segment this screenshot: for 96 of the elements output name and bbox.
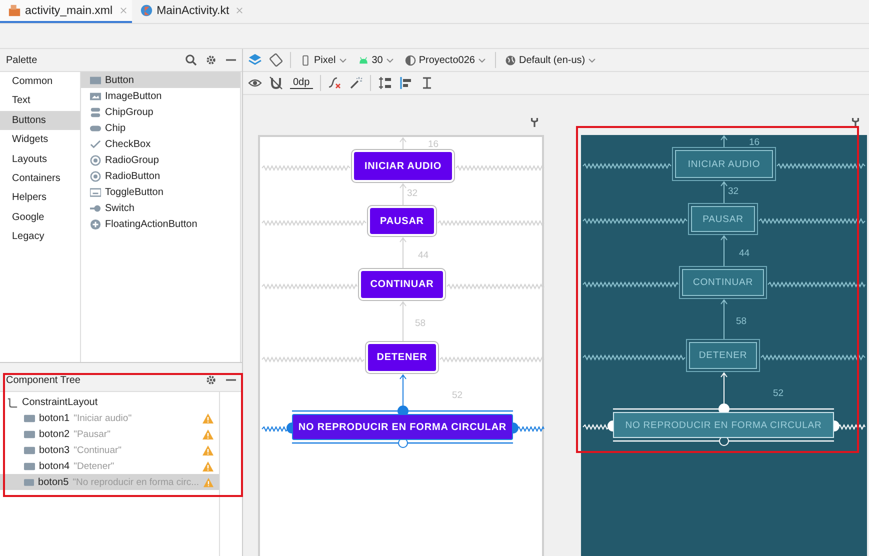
button-widget-icon — [24, 460, 35, 472]
palette-category[interactable]: Google — [0, 208, 80, 228]
palette-item[interactable]: ToggleButton — [81, 184, 240, 200]
widget-icon — [90, 202, 101, 214]
margin-value: 32 — [407, 188, 418, 199]
palette-item[interactable]: Chip — [81, 120, 240, 136]
margin-value: 58 — [736, 316, 747, 327]
magnet-icon[interactable] — [269, 76, 283, 90]
widget-icon — [90, 170, 101, 182]
layout-file-icon — [8, 4, 21, 17]
constraint-arrow — [720, 181, 728, 204]
caret-icon — [386, 58, 394, 62]
palette-item[interactable]: FloatingActionButton — [81, 216, 240, 232]
align-icon[interactable] — [398, 76, 413, 90]
palette-category[interactable]: Buttons — [0, 110, 80, 130]
constraint-arrow — [720, 299, 728, 340]
file-tab[interactable]: activity_main.xml — [0, 0, 132, 23]
palette-item[interactable]: Switch — [81, 200, 240, 216]
palette-item[interactable]: RadioGroup — [81, 152, 240, 168]
margin-value: 44 — [418, 250, 429, 261]
widget-icon — [90, 218, 101, 230]
constraint-arrow — [720, 135, 728, 148]
palette-item[interactable]: ImageButton — [81, 88, 240, 104]
api-level-dropdown[interactable]: 30 — [356, 54, 396, 66]
layout-button[interactable]: DETENER — [368, 344, 436, 371]
constraint-arrow — [400, 301, 406, 342]
phone-icon — [300, 54, 311, 66]
constraint-spring — [262, 426, 288, 432]
layout-button[interactable]: PAUSAR — [370, 208, 434, 234]
margin-value: 16 — [749, 137, 760, 148]
palette-category[interactable]: Legacy — [0, 227, 80, 247]
panel-title: Component Tree — [6, 374, 82, 386]
palette-item[interactable]: RadioButton — [81, 168, 240, 184]
device-dropdown[interactable]: Pixel — [298, 54, 349, 66]
panel-title: Palette — [6, 54, 38, 66]
palette-category[interactable]: Text — [0, 91, 80, 111]
kotlin-file-icon — [140, 4, 153, 17]
tree-item[interactable]: ConstraintLayout — [0, 394, 219, 410]
palette-item[interactable]: CheckBox — [81, 136, 240, 152]
constraint-arrow — [400, 237, 406, 268]
search-icon[interactable] — [185, 54, 197, 66]
locale-dropdown[interactable]: Default (en-us) — [502, 54, 598, 66]
caret-icon — [338, 58, 347, 62]
widget-icon — [90, 138, 101, 150]
wrench-icon[interactable] — [851, 117, 860, 128]
tree-item[interactable]: boton4 "Detener" — [0, 458, 219, 474]
palette-item[interactable]: ChipGroup — [81, 104, 240, 120]
palette-category[interactable]: Widgets — [0, 130, 80, 150]
rotate-icon[interactable] — [269, 53, 283, 67]
button-widget-icon — [24, 428, 35, 440]
widget-icon — [90, 186, 101, 198]
layout-button[interactable]: NO REPRODUCIR EN FORMA CIRCULAR — [292, 414, 513, 440]
tree-item[interactable]: boton1 "Iniciar audio" — [0, 410, 219, 426]
layout-button[interactable]: INICIAR AUDIO — [354, 152, 452, 180]
palette-item[interactable]: Button — [81, 72, 240, 88]
widget-icon — [90, 106, 101, 118]
button-widget-icon — [24, 476, 34, 488]
margin-value: 16 — [428, 139, 439, 150]
widget-icon — [90, 90, 101, 102]
palette-category[interactable]: Containers — [0, 168, 80, 188]
button-widget-icon — [24, 444, 35, 456]
android-icon — [358, 54, 369, 66]
widget-icon — [90, 74, 101, 86]
theme-dropdown[interactable]: Proyecto026 — [402, 54, 488, 66]
tree-item[interactable]: boton5 "No reproducir en forma circ... — [0, 474, 219, 490]
button-widget-icon — [24, 412, 35, 424]
layers-icon[interactable] — [248, 53, 262, 67]
constraint-spring — [838, 424, 866, 430]
palette-category[interactable]: Helpers — [0, 188, 80, 208]
magic-wand-icon[interactable] — [348, 76, 363, 90]
palette-category[interactable]: Layouts — [0, 150, 80, 169]
margin-value: 32 — [728, 186, 739, 197]
caret-icon — [478, 58, 486, 62]
tree-item[interactable]: boton2 "Pausar" — [0, 426, 219, 442]
settings-icon[interactable] — [205, 374, 217, 386]
margin-value: 52 — [452, 390, 463, 401]
layout-button[interactable]: CONTINUAR — [361, 271, 443, 298]
constraint-arrow — [720, 235, 728, 266]
margin-value: 44 — [739, 248, 750, 259]
guidelines-icon[interactable] — [378, 76, 392, 90]
constraint-spring — [516, 426, 544, 432]
palette-category[interactable]: Common — [0, 72, 80, 92]
settings-icon[interactable] — [205, 54, 217, 66]
caret-icon — [588, 58, 596, 62]
margin-value: 58 — [415, 318, 426, 329]
file-tab[interactable]: MainActivity.kt — [132, 0, 248, 23]
theme-icon — [404, 54, 416, 66]
tree-item[interactable]: boton3 "Continuar" — [0, 442, 219, 458]
default-margin-button[interactable]: 0dp — [290, 77, 313, 89]
constraint-arrow — [400, 183, 406, 206]
constraint-spring — [582, 424, 610, 430]
clear-constraints-icon[interactable] — [328, 76, 342, 90]
wrench-icon[interactable] — [530, 117, 539, 128]
layout-icon — [7, 396, 18, 408]
widget-icon — [90, 154, 101, 166]
margin-value: 52 — [773, 388, 784, 399]
